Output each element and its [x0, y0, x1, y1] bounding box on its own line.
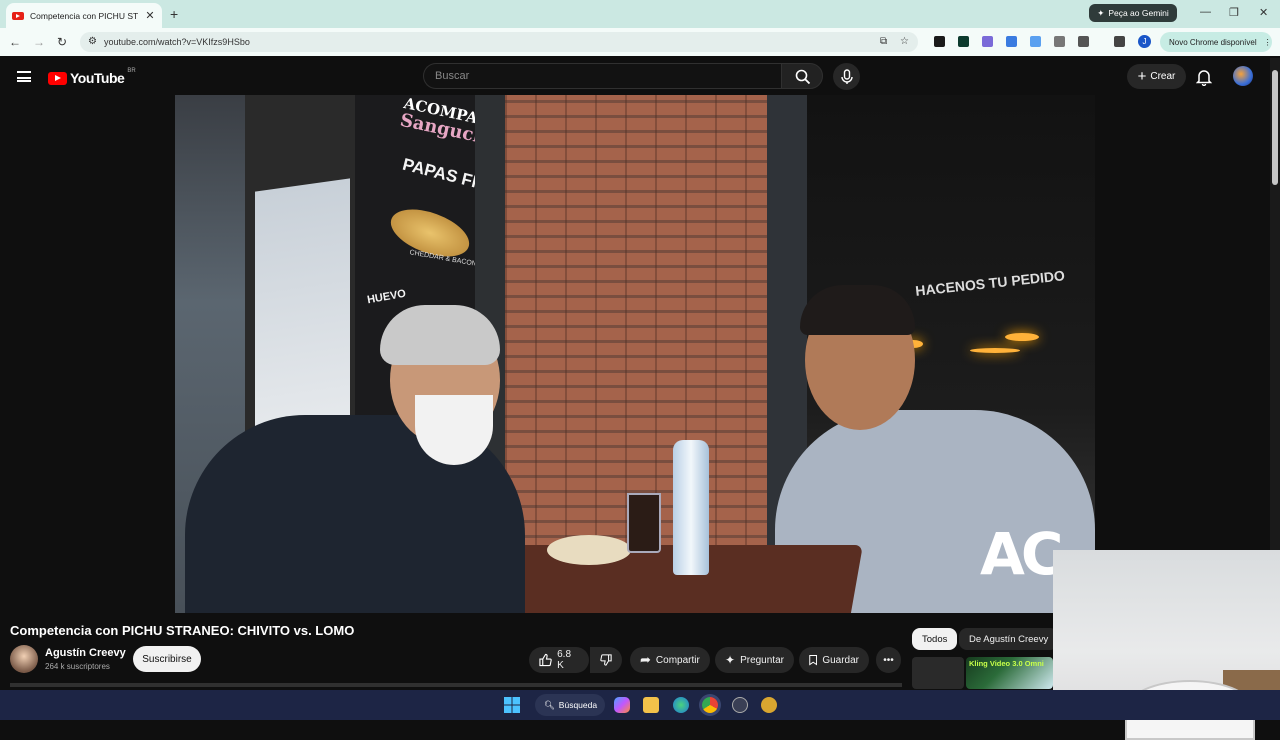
create-button[interactable]: + Crear: [1127, 64, 1186, 89]
notifications-bell-icon[interactable]: [1196, 68, 1212, 86]
filter-chip-all[interactable]: Todos: [912, 628, 958, 650]
update-chrome-label: Novo Chrome disponível: [1169, 37, 1257, 47]
search-icon: [795, 69, 811, 85]
gemini-sparkle-icon: ✦: [1097, 7, 1105, 18]
more-horizontal-icon: •••: [883, 654, 894, 666]
share-label: Compartir: [655, 654, 700, 666]
tab-close-icon[interactable]: ✕: [144, 9, 156, 22]
edge-icon[interactable]: [673, 697, 689, 713]
address-bar[interactable]: ⚙ youtube.com/watch?v=VKIfzs9HSbo ⧉ ☆: [80, 32, 918, 52]
channel-watermark: AC: [980, 520, 1063, 588]
minimize-icon[interactable]: —: [1200, 6, 1211, 18]
thumbs-up-icon: [539, 653, 552, 667]
youtube-play-icon: [48, 71, 67, 85]
youtube-header: YouTube BR Buscar + Crear: [0, 58, 1270, 96]
extension-5-icon[interactable]: [1030, 36, 1041, 47]
chrome-icon[interactable]: [702, 697, 718, 713]
extensions-puzzle-icon[interactable]: [1078, 36, 1089, 47]
country-code: BR: [127, 68, 136, 74]
ask-button[interactable]: ✦ Preguntar: [715, 647, 794, 673]
forward-icon[interactable]: →: [33, 35, 45, 49]
bookmark-star-icon[interactable]: ☆: [900, 36, 909, 47]
more-menu-icon[interactable]: ⋮: [1264, 38, 1272, 47]
browser-tab[interactable]: Competencia con PICHU STRAI ✕: [6, 3, 162, 28]
browser-toolbar: ← → ↻ ⚙ youtube.com/watch?v=VKIfzs9HSbo …: [0, 28, 1280, 56]
media-controls-icon[interactable]: [1114, 36, 1125, 47]
subscriber-count: 264 k suscriptores: [45, 662, 110, 671]
like-button[interactable]: 6.8 K: [529, 647, 589, 673]
thumbs-down-icon: [600, 654, 612, 666]
app-icon[interactable]: [761, 697, 777, 713]
related-video-thumbnail[interactable]: [912, 657, 964, 689]
youtube-favicon-icon: [12, 11, 24, 20]
windows-taskbar: [0, 690, 1280, 720]
site-info-icon[interactable]: ⚙: [88, 36, 97, 47]
close-window-icon[interactable]: ✕: [1259, 6, 1268, 19]
update-chrome-button[interactable]: Novo Chrome disponível ⋮: [1160, 32, 1272, 52]
video-title: Competencia con PICHU STRANEO: CHIVITO v…: [10, 623, 355, 638]
account-avatar[interactable]: [1233, 66, 1253, 86]
scrollbar-thumb[interactable]: [1272, 70, 1278, 185]
kling-thumbnail-text: Kling Video 3.0 Omni: [969, 659, 1044, 668]
profile-avatar[interactable]: J: [1138, 35, 1151, 48]
reload-icon[interactable]: ↻: [57, 35, 67, 49]
extension-1-icon[interactable]: [934, 36, 945, 47]
video-player[interactable]: ACOMPAÑÁ Sanguches PAPAS FRITAS CHEDDAR &…: [175, 95, 1095, 613]
filter-chip-channel[interactable]: De Agustín Creevy: [959, 628, 1059, 650]
microphone-icon: [841, 69, 853, 84]
taskbar-search-label: Búsqueda: [558, 700, 598, 710]
ask-label: Preguntar: [740, 654, 784, 666]
scene-food-plate: [547, 535, 631, 565]
share-button[interactable]: ➦ Compartir: [630, 647, 710, 673]
share-icon: ➦: [640, 652, 651, 667]
create-label: Crear: [1150, 71, 1176, 82]
scene-water-bottle: [673, 440, 709, 575]
theater-left-margin: [0, 95, 175, 613]
extension-4-icon[interactable]: [1006, 36, 1017, 47]
taskbar-search[interactable]: 🔍︎ Búsqueda: [535, 694, 605, 716]
file-explorer-icon[interactable]: [643, 697, 659, 713]
hamburger-menu-icon[interactable]: [17, 71, 31, 82]
youtube-wordmark: YouTube: [70, 70, 125, 86]
channel-name[interactable]: Agustín Creevy: [45, 647, 126, 659]
page-divider: [10, 683, 902, 687]
more-actions-button[interactable]: •••: [876, 647, 901, 673]
save-label: Guardar: [822, 654, 859, 666]
copilot-icon[interactable]: [614, 697, 630, 713]
extension-2-icon[interactable]: [958, 36, 969, 47]
extension-3-icon[interactable]: [982, 36, 993, 47]
camera-extension-icon[interactable]: [1054, 36, 1065, 47]
restore-icon[interactable]: ❐: [1229, 6, 1239, 19]
tab-title: Competencia con PICHU STRAI: [30, 10, 138, 21]
back-icon[interactable]: ←: [9, 35, 21, 49]
save-button[interactable]: Guardar: [799, 647, 869, 673]
channel-avatar[interactable]: [10, 645, 38, 673]
obs-icon[interactable]: [732, 697, 748, 713]
gemini-button-label: Peça ao Gemini: [1108, 8, 1169, 18]
scene-person-left: [185, 305, 525, 613]
scene-glass: [627, 493, 661, 553]
search-placeholder: Buscar: [435, 70, 470, 82]
subscribe-button[interactable]: Suscribirse: [133, 646, 201, 672]
plus-icon: +: [1137, 68, 1147, 85]
voice-search-button[interactable]: [833, 63, 860, 90]
like-count: 6.8 K: [557, 649, 572, 671]
search-icon: 🔍︎: [544, 699, 555, 710]
bookmark-icon: [809, 654, 818, 666]
youtube-logo[interactable]: YouTube BR: [48, 68, 136, 86]
related-video-thumbnail-kling[interactable]: Kling Video 3.0 Omni: [966, 657, 1053, 689]
install-app-icon[interactable]: ⧉: [880, 36, 887, 47]
windows-start-icon[interactable]: [504, 697, 520, 713]
sparkle-icon: ✦: [725, 653, 736, 667]
search-button[interactable]: [781, 63, 823, 89]
search-input[interactable]: Buscar: [423, 63, 781, 89]
browser-tab-strip: Competencia con PICHU STRAI ✕ + ✦ Peça a…: [0, 0, 1280, 28]
dislike-button[interactable]: [590, 647, 622, 673]
gemini-button[interactable]: ✦ Peça ao Gemini: [1089, 4, 1177, 22]
url-text: youtube.com/watch?v=VKIfzs9HSbo: [104, 37, 250, 47]
theater-right-margin: [1095, 95, 1270, 550]
new-tab-button[interactable]: +: [170, 6, 178, 22]
